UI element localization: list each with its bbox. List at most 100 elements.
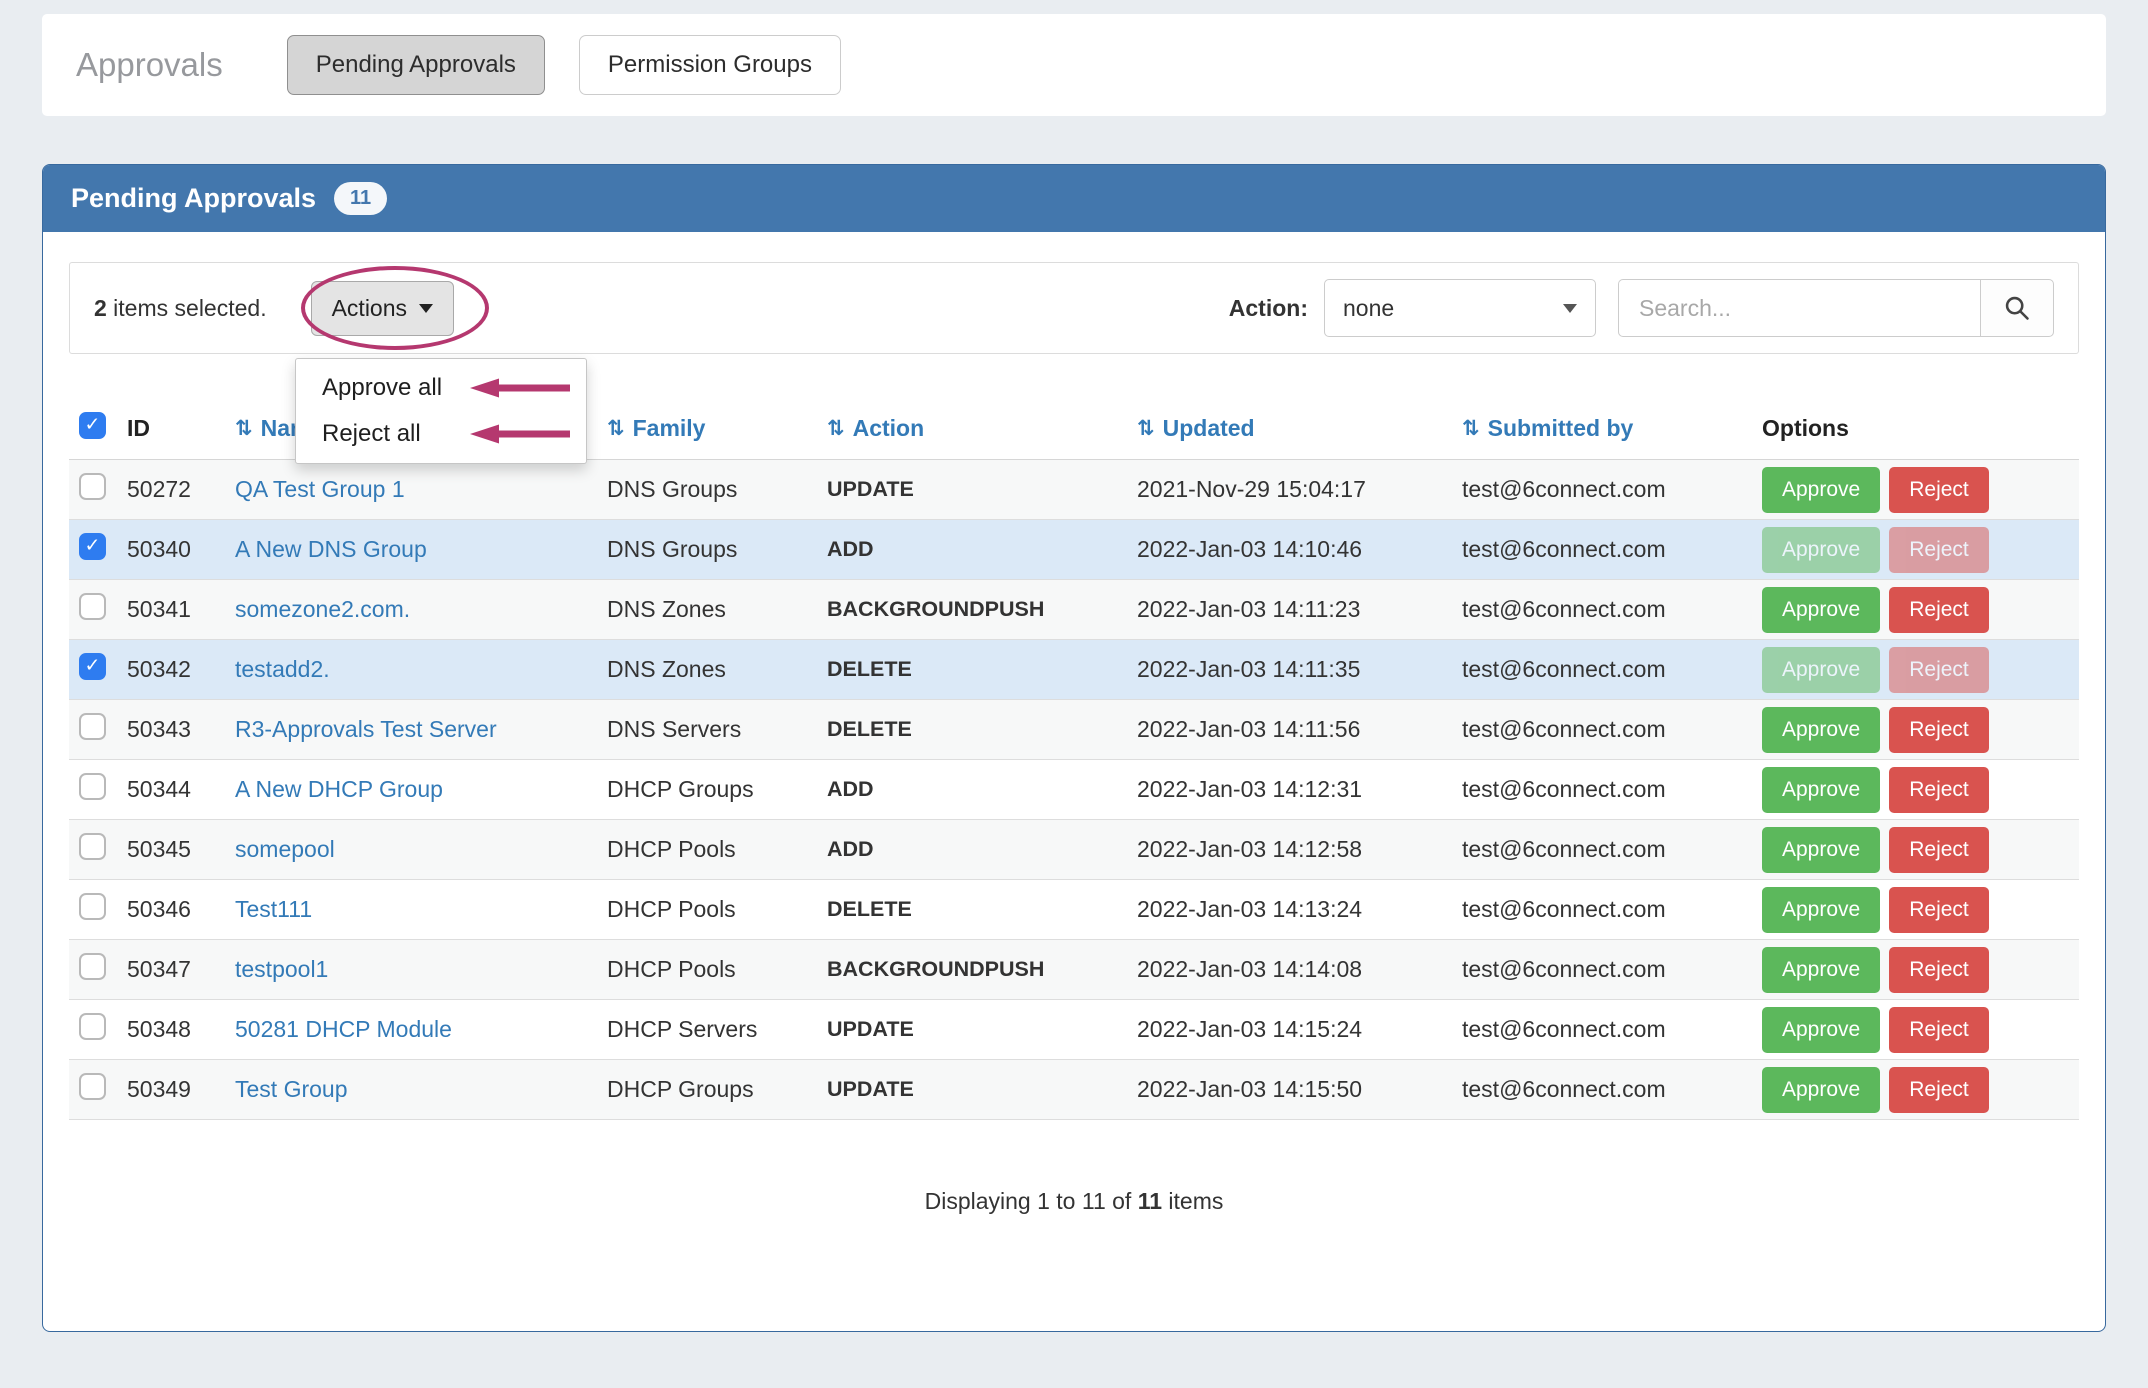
row-submitted-by: test@6connect.com: [1462, 896, 1666, 922]
caret-down-icon: [419, 303, 434, 313]
search-input[interactable]: [1618, 279, 1980, 337]
row-name-link[interactable]: QA Test Group 1: [235, 476, 405, 502]
row-checkbox[interactable]: [79, 773, 106, 800]
select-all-checkbox[interactable]: [79, 412, 106, 439]
row-submitted-by: test@6connect.com: [1462, 776, 1666, 802]
row-name-link[interactable]: A New DNS Group: [235, 536, 427, 562]
reject-button[interactable]: Reject: [1889, 766, 1989, 813]
menu-item-approve-all[interactable]: Approve all: [296, 365, 586, 411]
approve-button[interactable]: Approve: [1762, 886, 1881, 933]
row-name-link[interactable]: somepool: [235, 836, 335, 862]
row-id: 50349: [127, 1076, 191, 1102]
row-name-link[interactable]: Test Group: [235, 1076, 348, 1102]
row-name-link[interactable]: Test111: [235, 896, 312, 922]
row-name-link[interactable]: testadd2.: [235, 656, 330, 682]
row-checkbox[interactable]: [79, 893, 106, 920]
tab-pending-approvals[interactable]: Pending Approvals: [286, 35, 545, 95]
reject-button[interactable]: Reject: [1889, 1066, 1989, 1113]
row-submitted-by: test@6connect.com: [1462, 836, 1666, 862]
approve-button[interactable]: Approve: [1762, 1066, 1881, 1113]
approve-button[interactable]: Approve: [1762, 1006, 1881, 1053]
menu-item-reject-all[interactable]: Reject all: [296, 411, 586, 457]
reject-button[interactable]: Reject: [1889, 466, 1989, 513]
approve-button[interactable]: Approve: [1762, 766, 1881, 813]
col-header-action[interactable]: ⇅ Action: [827, 415, 1137, 442]
table-row: 50344 A New DHCP Group DHCP Groups ADD 2…: [69, 760, 2079, 820]
approve-button[interactable]: Approve: [1762, 586, 1881, 633]
approvals-table: ID ⇅Name ⇅Family ⇅Action ⇅Updated ⇅Submi…: [69, 398, 2079, 1120]
table-body: 50272 QA Test Group 1 DNS Groups UPDATE …: [69, 460, 2079, 1120]
approve-button[interactable]: Approve: [1762, 706, 1881, 753]
row-family: DHCP Pools: [607, 836, 736, 862]
selected-count-text: 2 items selected.: [94, 295, 267, 322]
row-updated: 2022-Jan-03 14:14:08: [1137, 956, 1363, 982]
col-header-updated[interactable]: ⇅ Updated: [1137, 415, 1462, 442]
reject-button[interactable]: Reject: [1889, 1006, 1989, 1053]
col-header-submitted-by[interactable]: ⇅ Submitted by: [1462, 415, 1762, 442]
selected-count: 2: [94, 294, 107, 321]
actions-dropdown-button[interactable]: Actions: [310, 280, 455, 336]
row-submitted-by: test@6connect.com: [1462, 716, 1666, 742]
row-checkbox[interactable]: [79, 1073, 106, 1100]
row-updated: 2022-Jan-03 14:10:46: [1137, 536, 1363, 562]
row-submitted-by: test@6connect.com: [1462, 1076, 1666, 1102]
menu-item-label: Reject all: [322, 420, 421, 447]
col-header-family[interactable]: ⇅ Family: [607, 415, 827, 442]
count-badge: 11: [334, 182, 388, 215]
row-checkbox[interactable]: [79, 833, 106, 860]
row-updated: 2022-Jan-03 14:11:23: [1137, 596, 1361, 622]
approve-button[interactable]: Approve: [1762, 946, 1881, 993]
action-filter-select[interactable]: none: [1324, 279, 1596, 337]
row-name-link[interactable]: A New DHCP Group: [235, 776, 443, 802]
reject-button[interactable]: Reject: [1889, 526, 1989, 573]
panel-body: 2 items selected. Actions Action: none S…: [43, 232, 2105, 1331]
row-name-link[interactable]: somezone2.com.: [235, 596, 410, 622]
toolbar: 2 items selected. Actions Action: none: [69, 262, 2079, 354]
pending-approvals-panel: Pending Approvals 11 2 items selected. A…: [42, 164, 2106, 1332]
approve-button[interactable]: Approve: [1762, 826, 1881, 873]
sort-icon: ⇅: [1462, 417, 1480, 440]
search-button[interactable]: [1980, 279, 2054, 337]
row-family: DHCP Groups: [607, 1076, 754, 1102]
row-checkbox[interactable]: [79, 713, 106, 740]
row-action: UPDATE: [827, 1077, 914, 1101]
reject-button[interactable]: Reject: [1889, 586, 1989, 633]
row-checkbox[interactable]: [79, 1013, 106, 1040]
row-action: UPDATE: [827, 1017, 914, 1041]
row-action: DELETE: [827, 717, 912, 741]
row-checkbox[interactable]: [79, 593, 106, 620]
row-name-link[interactable]: testpool1: [235, 956, 328, 982]
row-id: 50348: [127, 1016, 191, 1042]
row-name-link[interactable]: 50281 DHCP Module: [235, 1016, 452, 1042]
reject-button[interactable]: Reject: [1889, 706, 1989, 753]
row-family: DNS Zones: [607, 596, 726, 622]
row-action: BACKGROUNDPUSH: [827, 597, 1045, 621]
row-action: BACKGROUNDPUSH: [827, 957, 1045, 981]
row-checkbox[interactable]: [79, 653, 106, 680]
page-header: Approvals Pending Approvals Permission G…: [42, 14, 2106, 116]
col-header-id: ID: [127, 415, 150, 441]
row-checkbox[interactable]: [79, 473, 106, 500]
reject-button[interactable]: Reject: [1889, 946, 1989, 993]
table-row: 50347 testpool1 DHCP Pools BACKGROUNDPUS…: [69, 940, 2079, 1000]
approve-button[interactable]: Approve: [1762, 646, 1881, 693]
reject-button[interactable]: Reject: [1889, 826, 1989, 873]
annotation-arrow: [470, 378, 570, 398]
sort-icon: ⇅: [827, 417, 845, 440]
approve-button[interactable]: Approve: [1762, 526, 1881, 573]
row-checkbox[interactable]: [79, 533, 106, 560]
row-checkbox[interactable]: [79, 953, 106, 980]
row-name-link[interactable]: R3-Approvals Test Server: [235, 716, 497, 742]
row-updated: 2022-Jan-03 14:12:58: [1137, 836, 1363, 862]
table-row: 50346 Test111 DHCP Pools DELETE 2022-Jan…: [69, 880, 2079, 940]
reject-button[interactable]: Reject: [1889, 886, 1989, 933]
approve-button[interactable]: Approve: [1762, 466, 1881, 513]
search-group: [1618, 279, 2054, 337]
sort-icon: ⇅: [1137, 417, 1155, 440]
row-submitted-by: test@6connect.com: [1462, 596, 1666, 622]
table-row: 50342 testadd2. DNS Zones DELETE 2022-Ja…: [69, 640, 2079, 700]
reject-button[interactable]: Reject: [1889, 646, 1989, 693]
page-title: Approvals: [76, 46, 223, 83]
tab-permission-groups[interactable]: Permission Groups: [578, 35, 841, 95]
actions-dropdown-menu: Approve all Reject all: [295, 358, 587, 464]
